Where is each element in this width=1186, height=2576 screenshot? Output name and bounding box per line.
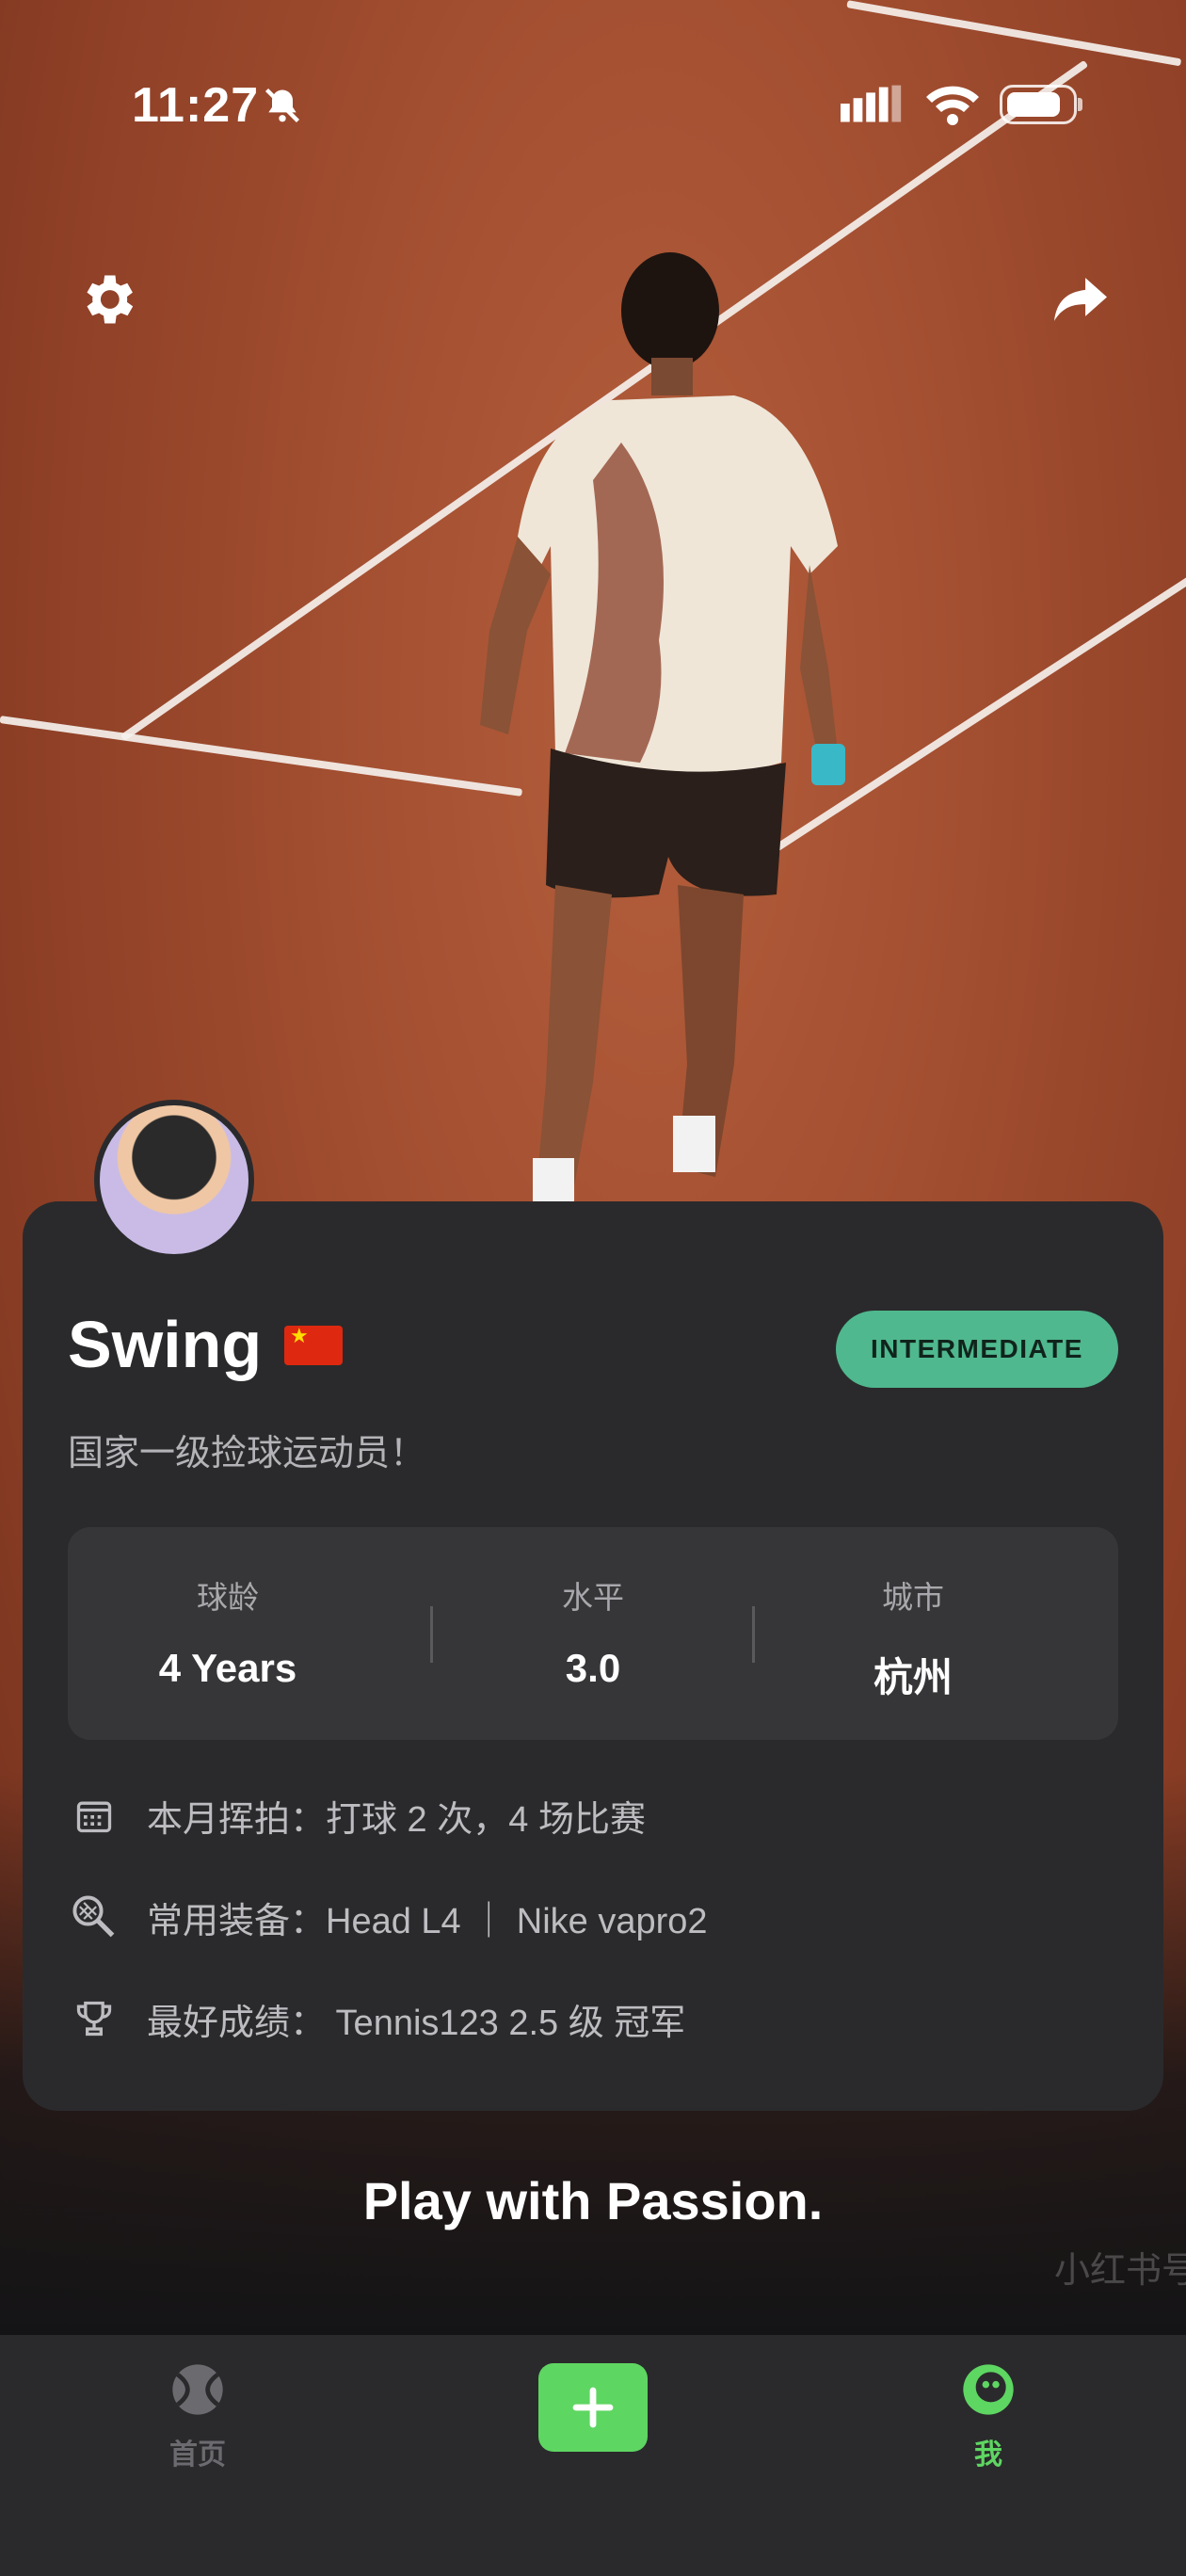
tab-me-label: 我	[974, 2439, 1002, 2471]
calendar-icon	[68, 1789, 120, 1842]
gear-text: 常用装备：Head L4 ｜ Nike vapro2	[147, 1901, 708, 1941]
stats-panel: 球龄 4 Years 水平 3.0 城市 杭州	[68, 1527, 1118, 1740]
tab-bar: 首页 我	[0, 2335, 1186, 2576]
best-result-text: 最好成绩： Tennis123 2.5 级 冠军	[147, 2003, 686, 2043]
tab-home-label: 首页	[169, 2439, 226, 2471]
stat-label: 水平	[562, 1580, 624, 1615]
wifi-icon	[926, 86, 979, 125]
share-button[interactable]	[1043, 262, 1118, 337]
stat-value: 4 Years	[158, 1646, 297, 1690]
slogan: Play with Passion.	[362, 2171, 824, 2230]
share-arrow-icon	[1054, 278, 1107, 321]
stat-city: 城市 杭州	[753, 1527, 1073, 1740]
gear-icon	[87, 275, 134, 324]
watermark: 小红书号	[1054, 2251, 1186, 2291]
tab-home[interactable]: 首页	[104, 2335, 292, 2504]
tab-me[interactable]: 我	[894, 2335, 1082, 2504]
stat-value: 杭州	[873, 1655, 953, 1699]
court-line	[0, 716, 523, 797]
racket-icon	[68, 1891, 120, 1943]
best-result-row: 最好成绩： Tennis123 2.5 级 冠军	[68, 1990, 1103, 2047]
level-badge: INTERMEDIATE	[836, 1311, 1118, 1388]
settings-button[interactable]	[70, 262, 145, 337]
stat-value: 3.0	[565, 1646, 621, 1690]
cellular-signal-icon	[841, 85, 902, 122]
flag-cn-icon: ★	[284, 1326, 343, 1365]
profile-ball-icon	[963, 2364, 1014, 2415]
bell-muted-icon	[264, 88, 300, 123]
stat-level: 水平 3.0	[433, 1527, 753, 1740]
player-figure	[480, 252, 845, 1205]
add-button[interactable]	[538, 2363, 648, 2452]
stat-label: 城市	[882, 1580, 944, 1615]
tennis-ball-icon	[172, 2364, 223, 2415]
stat-label: 球龄	[197, 1580, 259, 1615]
plus-icon	[572, 2387, 614, 2428]
gear-row: 常用装备：Head L4 ｜ Nike vapro2	[68, 1889, 1103, 1945]
trophy-icon	[68, 1992, 120, 2045]
avatar[interactable]	[94, 1100, 254, 1260]
status-time: 11:27	[132, 78, 260, 133]
battery-icon	[1000, 85, 1082, 124]
status-bar: 11:27	[0, 0, 1186, 133]
monthly-activity-row: 本月挥拍：打球 2 次，4 场比赛	[68, 1787, 1103, 1843]
profile-name: Swing	[68, 1308, 263, 1381]
profile-bio: 国家一级捡球运动员！	[68, 1434, 426, 1473]
monthly-activity-text: 本月挥拍：打球 2 次，4 场比赛	[147, 1799, 646, 1840]
stat-years: 球龄 4 Years	[68, 1527, 388, 1740]
